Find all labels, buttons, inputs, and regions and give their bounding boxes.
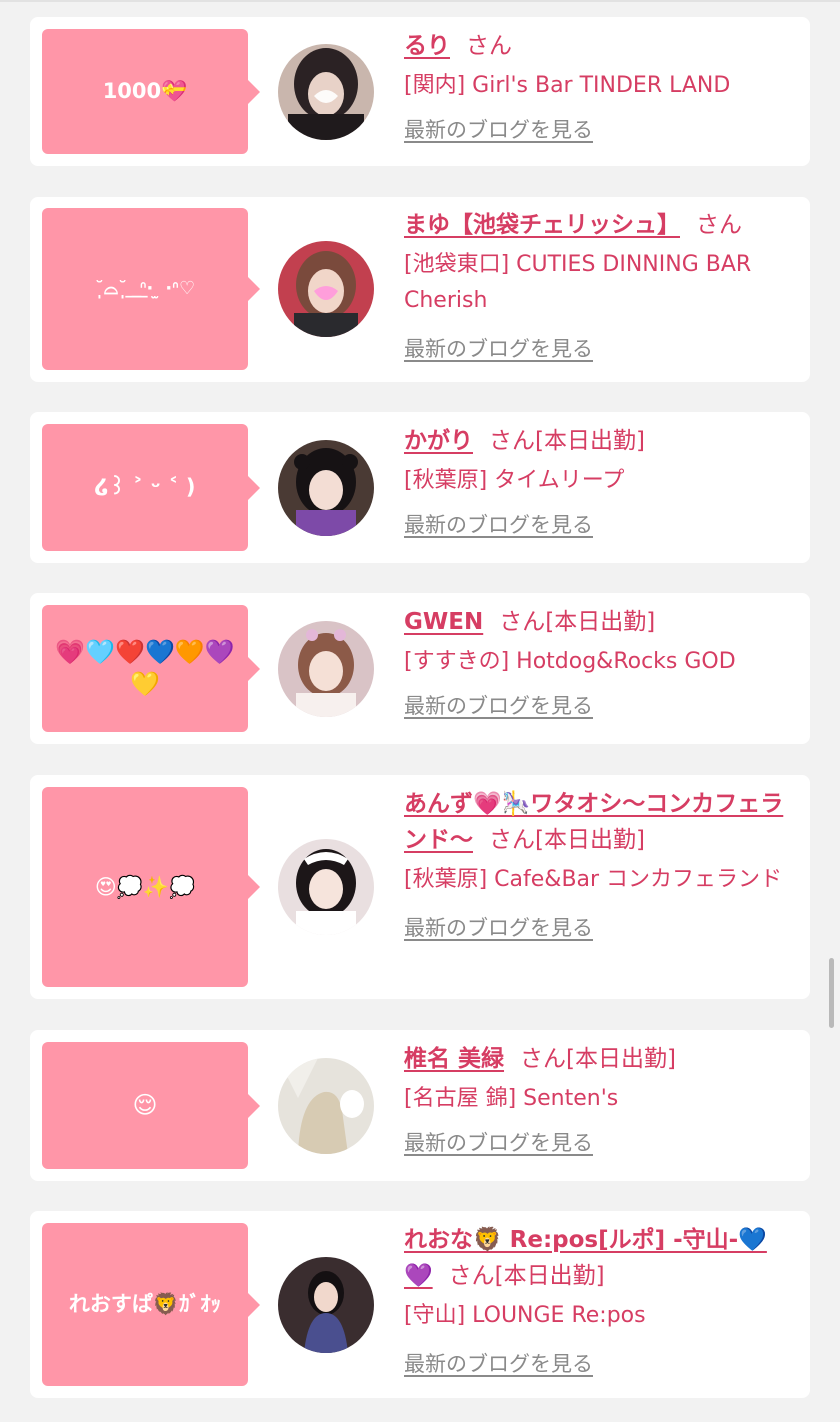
latest-blog-link[interactable]: 最新のブログを見る — [404, 912, 593, 942]
latest-blog-link[interactable]: 最新のブログを見る — [404, 114, 593, 144]
bubble-text: れおすぱ🦁ｶﾞｵｯ — [68, 1292, 222, 1317]
message-bubble: 1000💝 — [42, 29, 260, 154]
cast-name-link[interactable]: 椎名 美緑 — [404, 1046, 504, 1072]
shop-info: [池袋東口] CUTIES DINNING BAR Cherish — [404, 252, 752, 313]
avatar-image — [278, 621, 374, 717]
latest-blog-link[interactable]: 最新のブログを見る — [404, 1127, 593, 1157]
cast-card: ˘̩̩̩⌓˘̩̩̩ ͟ ͟ᐢ‧ ̫ ‧ᐢ♡ まゆ【池袋チェリッシュ】 さん [池袋… — [30, 197, 810, 382]
name-suffix: さん — [466, 33, 512, 59]
latest-blog-link[interactable]: 最新のブログを見る — [404, 509, 593, 539]
cast-name-link[interactable]: るり — [404, 33, 450, 59]
message-bubble: ˘̩̩̩⌓˘̩̩̩ ͟ ͟ᐢ‧ ̫ ‧ᐢ♡ — [42, 208, 260, 370]
name-line: まゆ【池袋チェリッシュ】 さん — [404, 207, 796, 243]
latest-blog-link[interactable]: 最新のブログを見る — [404, 333, 593, 363]
name-line: 椎名 美緑 さん[本日出勤] — [404, 1041, 796, 1077]
avatar[interactable] — [278, 621, 374, 717]
avatar[interactable] — [278, 1058, 374, 1154]
avatar-image — [278, 241, 374, 337]
bubble-text: ໒꒱ ˃ ᵕ ˂ ) — [94, 475, 196, 500]
cast-name-link[interactable]: かがり — [404, 428, 473, 454]
avatar[interactable] — [278, 44, 374, 140]
bubble-text: 💗🩵❤️💙🧡💜💛 — [55, 638, 235, 698]
message-bubble: 💗🩵❤️💙🧡💜💛 — [42, 605, 260, 732]
avatar-image — [278, 44, 374, 140]
name-suffix: さん — [696, 212, 742, 238]
name-line: かがり さん[本日出勤] — [404, 423, 796, 459]
bubble-text: 😍💭✨💭 — [94, 874, 196, 899]
cast-card: 1000💝 るり さん [関内] Girl's Bar TINDER LAND 最… — [30, 17, 810, 166]
message-bubble: ໒꒱ ˃ ᵕ ˂ ) — [42, 424, 260, 551]
message-bubble: 😌 — [42, 1042, 260, 1169]
message-bubble: れおすぱ🦁ｶﾞｵｯ — [42, 1223, 260, 1386]
message-bubble: 😍💭✨💭 — [42, 787, 260, 987]
name-suffix: さん[本日出勤] — [489, 428, 645, 454]
avatar-image — [278, 839, 374, 935]
avatar-image — [278, 1257, 374, 1353]
avatar-image — [278, 1058, 374, 1154]
shop-info: [秋葉原] Cafe&Bar コンカフェランド — [404, 867, 783, 892]
avatar[interactable] — [278, 241, 374, 337]
latest-blog-link[interactable]: 最新のブログを見る — [404, 1348, 593, 1378]
shop-info: [守山] LOUNGE Re:pos — [404, 1303, 646, 1328]
bubble-text: 😌 — [132, 1091, 158, 1120]
cast-name-link[interactable]: まゆ【池袋チェリッシュ】 — [404, 212, 680, 238]
cast-card: 😍💭✨💭 あんず💗🎠ワタオシ〜コンカフェランド〜 さん[本日出勤] [秋葉原] C… — [30, 775, 810, 999]
name-suffix: さん[本日出勤] — [520, 1046, 676, 1072]
avatar-image — [278, 440, 374, 536]
shop-info: [すすきの] Hotdog&Rocks GOD — [404, 649, 736, 674]
bubble-text: ˘̩̩̩⌓˘̩̩̩ ͟ ͟ᐢ‧ ̫ ‧ᐢ♡ — [94, 277, 196, 299]
name-line: GWEN さん[本日出勤] — [404, 604, 796, 640]
shop-info: [秋葉原] タイムリープ — [404, 468, 625, 493]
shop-info: [名古屋 錦] Senten's — [404, 1086, 619, 1111]
shop-info: [関内] Girl's Bar TINDER LAND — [404, 73, 731, 98]
cast-card: ໒꒱ ˃ ᵕ ˂ ) かがり さん[本日出勤] [秋葉原] タイムリープ 最新のブ… — [30, 412, 810, 563]
name-line: あんず💗🎠ワタオシ〜コンカフェランド〜 さん[本日出勤] — [404, 786, 796, 858]
name-line: れおな🦁 Re:pos[ルポ] -守山-💙💜 さん[本日出勤] — [404, 1222, 796, 1294]
bubble-text: 1000💝 — [102, 79, 188, 104]
name-suffix: さん[本日出勤] — [489, 827, 645, 853]
cast-card: 😌 椎名 美緑 さん[本日出勤] [名古屋 錦] Senten's 最新のブログを… — [30, 1030, 810, 1181]
cast-card: れおすぱ🦁ｶﾞｵｯ れおな🦁 Re:pos[ルポ] -守山-💙💜 さん[本日出勤]… — [30, 1211, 810, 1398]
cast-name-link[interactable]: GWEN — [404, 609, 483, 635]
avatar[interactable] — [278, 1257, 374, 1353]
name-suffix: さん[本日出勤] — [499, 609, 656, 635]
scrollbar[interactable] — [829, 958, 834, 1028]
cast-card: 💗🩵❤️💙🧡💜💛 GWEN さん[本日出勤] [すすきの] Hotdog&Rock… — [30, 593, 810, 744]
avatar[interactable] — [278, 839, 374, 935]
latest-blog-link[interactable]: 最新のブログを見る — [404, 690, 593, 720]
name-suffix: さん[本日出勤] — [448, 1263, 605, 1289]
avatar[interactable] — [278, 440, 374, 536]
top-divider — [0, 0, 840, 2]
name-line: るり さん — [404, 28, 796, 64]
